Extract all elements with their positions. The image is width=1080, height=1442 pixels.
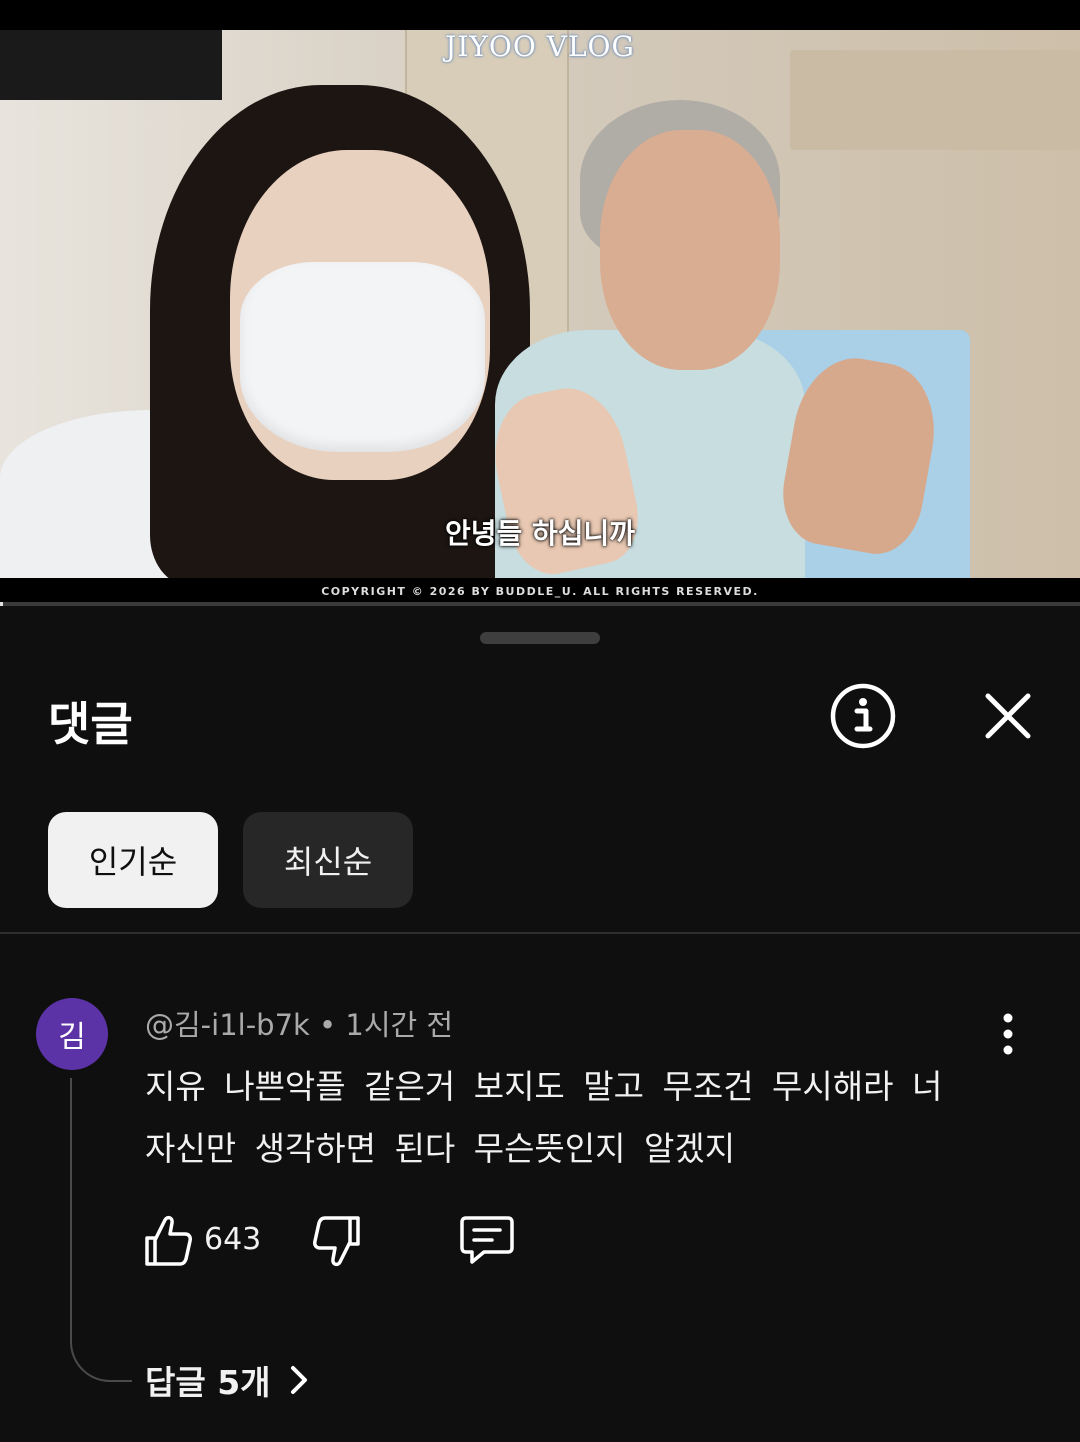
comment-text-line: 자신만 생각하면 된다 무슨뜻인지 알겠지 xyxy=(145,1129,736,1168)
copyright-text: COPYRIGHT © 2026 BY BUDDLE_U. ALL RIGHTS… xyxy=(0,578,1080,602)
comment-author[interactable]: @김-i1l-b7k xyxy=(145,1008,310,1042)
info-icon xyxy=(830,683,896,749)
reply-button[interactable] xyxy=(458,1214,516,1266)
like-button[interactable] xyxy=(143,1212,193,1268)
status-bar xyxy=(0,0,1080,30)
medical-panel xyxy=(790,50,1080,150)
dislike-button[interactable] xyxy=(312,1214,362,1270)
meta-separator: • xyxy=(319,1008,337,1042)
close-icon xyxy=(985,693,1031,739)
comments-sheet: 댓글 인기순 최신순 김 @김-i1l-b7k • 1시간 전 지유 나쁜악플 … xyxy=(0,608,1080,1442)
face-mask xyxy=(240,262,485,452)
chevron-right-icon xyxy=(290,1366,307,1394)
video-progress-bar[interactable] xyxy=(0,602,1080,606)
avatar[interactable]: 김 xyxy=(36,998,108,1070)
thread-connector xyxy=(70,1078,132,1382)
comment-text-line: 지유 나쁜악플 같은거 보지도 말고 무조건 무시해라 너 xyxy=(145,1067,943,1106)
comment-meta: @김-i1l-b7k • 1시간 전 xyxy=(145,1002,453,1044)
video-progress-fill xyxy=(0,602,4,606)
person-right-face xyxy=(600,130,780,370)
sheet-title: 댓글 xyxy=(48,697,133,751)
comment-text: 지유 나쁜악플 같은거 보지도 말고 무조건 무시해라 너 자신만 생각하면 된… xyxy=(145,1056,1015,1180)
sort-chip-popular[interactable]: 인기순 xyxy=(48,812,218,908)
view-replies-button[interactable]: 답글 5개 xyxy=(145,1356,313,1404)
comment-icon xyxy=(460,1216,514,1264)
more-vertical-icon xyxy=(1003,1013,1013,1055)
like-count: 643 xyxy=(204,1222,262,1257)
info-button[interactable] xyxy=(830,683,896,749)
thumbs-up-icon xyxy=(145,1215,192,1266)
sort-chip-latest[interactable]: 최신순 xyxy=(243,812,413,908)
thumbs-down-icon xyxy=(313,1216,360,1267)
drag-handle[interactable] xyxy=(480,632,600,644)
comment-more-button[interactable] xyxy=(990,1012,1026,1056)
replies-label: 답글 5개 xyxy=(145,1363,271,1402)
video-subtitle: 안녕들 하십니까 xyxy=(444,517,636,550)
video-player[interactable]: JIYOO VLOG 안녕들 하십니까 xyxy=(0,30,1080,578)
video-watermark: JIYOO VLOG xyxy=(445,30,635,63)
comment-time: 1시간 전 xyxy=(345,1008,454,1042)
divider xyxy=(0,932,1080,934)
close-button[interactable] xyxy=(982,690,1034,742)
